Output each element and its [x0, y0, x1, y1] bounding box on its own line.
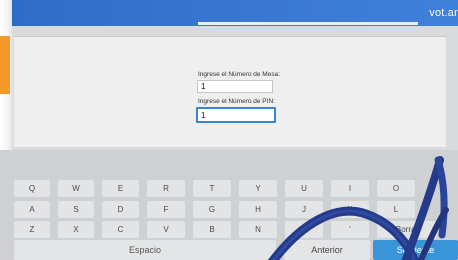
key-n[interactable]: N: [239, 221, 277, 238]
key-v[interactable]: V: [147, 221, 185, 238]
key-y[interactable]: Y: [239, 180, 277, 197]
login-form-panel: Ingrese el Número de Mesa: Ingrese el Nú…: [14, 36, 446, 147]
previous-button[interactable]: Anterior: [284, 240, 370, 260]
key-s[interactable]: S: [58, 201, 94, 218]
key-k[interactable]: K: [331, 201, 369, 218]
mesa-number-input[interactable]: [197, 80, 273, 93]
pin-number-label: Ingrese el Número de PIN:: [198, 98, 275, 105]
key-u[interactable]: U: [285, 180, 323, 197]
key-z[interactable]: Z: [14, 221, 50, 238]
key-j[interactable]: J: [285, 201, 323, 218]
key-w[interactable]: W: [58, 180, 94, 197]
pin-number-input[interactable]: [196, 107, 276, 123]
header-tab-indicator: [198, 22, 418, 25]
mesa-number-label: Ingrese el Número de Mesa:: [198, 71, 281, 78]
orange-accent-tab: [0, 36, 10, 94]
key-b[interactable]: B: [193, 221, 231, 238]
delete-key[interactable]: Borrar: [377, 221, 437, 238]
key-q[interactable]: Q: [14, 180, 50, 197]
key-h[interactable]: H: [239, 201, 277, 218]
key-m[interactable]: M: [285, 221, 323, 238]
key-g[interactable]: G: [193, 201, 231, 218]
key-l[interactable]: L: [377, 201, 415, 218]
key-o[interactable]: O: [377, 180, 415, 197]
key-c[interactable]: C: [102, 221, 139, 238]
key-e[interactable]: E: [102, 180, 139, 197]
on-screen-keyboard: Q W E R T Y U I O A S D F G H J K L Z X …: [0, 150, 458, 260]
key-apostrophe[interactable]: ': [331, 221, 369, 238]
key-f[interactable]: F: [147, 201, 185, 218]
key-i[interactable]: I: [331, 180, 369, 197]
top-bar: vot.ar: [12, 0, 458, 26]
brand-logo: vot.ar: [429, 7, 458, 19]
key-r[interactable]: R: [147, 180, 185, 197]
key-t[interactable]: T: [193, 180, 231, 197]
key-a[interactable]: A: [14, 201, 50, 218]
next-button[interactable]: Siguiente: [373, 240, 458, 260]
key-x[interactable]: X: [58, 221, 94, 238]
space-key[interactable]: Espacio: [14, 240, 276, 260]
key-d[interactable]: D: [102, 201, 139, 218]
